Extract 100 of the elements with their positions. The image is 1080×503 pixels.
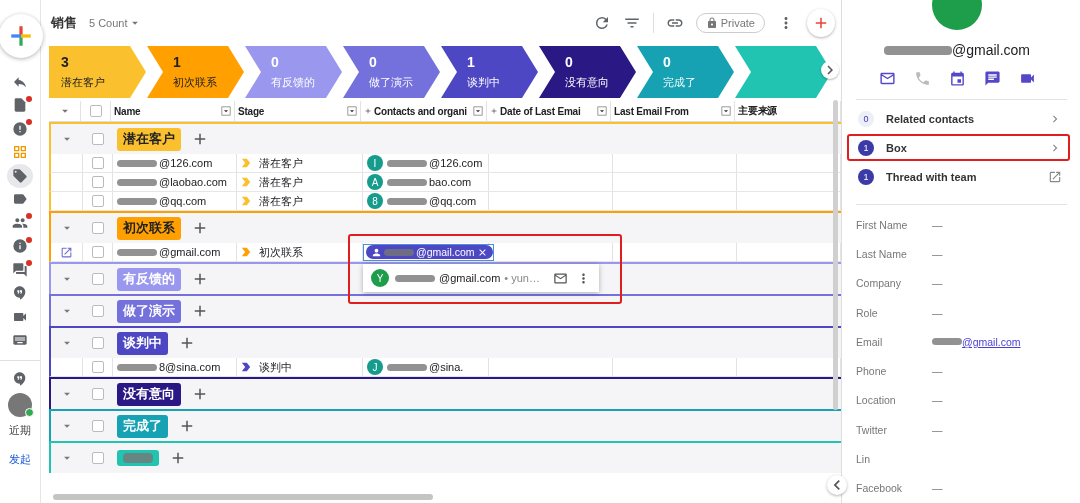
sparkle-icon	[364, 107, 372, 115]
sparkle-icon	[490, 107, 498, 115]
stage-step[interactable]: 0 做了演示	[343, 46, 440, 98]
checkbox[interactable]	[91, 246, 104, 258]
checkbox[interactable]	[92, 452, 104, 464]
stage-count: 0	[663, 54, 672, 70]
sidebar-item[interactable]	[7, 164, 33, 188]
column-menu-icon[interactable]	[721, 106, 731, 116]
scroll-right-button[interactable]	[821, 61, 839, 79]
plus-logo-icon	[8, 23, 34, 49]
checkbox[interactable]	[91, 176, 104, 188]
panel-link[interactable]: 0 Related contacts	[847, 105, 1070, 132]
redaction-mark	[387, 178, 427, 186]
stage-chevron-icon	[241, 247, 251, 257]
open-icon[interactable]	[60, 245, 73, 259]
redaction-mark	[117, 363, 157, 371]
message-icon[interactable]	[983, 70, 1001, 87]
add-logo-button[interactable]	[0, 14, 43, 58]
collapse-panel-button[interactable]	[827, 475, 847, 495]
redaction-mark	[884, 45, 952, 55]
chat-bubbles-icon	[12, 261, 28, 278]
column-header[interactable]: Date of Last Emai	[500, 105, 581, 117]
contact-avatar: 8	[367, 193, 383, 209]
contact-email: @gmail.com	[952, 42, 1030, 58]
checkbox[interactable]	[92, 133, 104, 145]
mail-icon[interactable]	[878, 70, 896, 87]
user-avatar[interactable]	[8, 393, 32, 417]
stage-count: 0	[565, 54, 574, 70]
column-menu-icon[interactable]	[347, 106, 357, 116]
checkbox[interactable]	[91, 195, 104, 207]
calendar-icon[interactable]	[948, 70, 966, 87]
field-value: —	[932, 423, 943, 436]
field-label: Location	[856, 394, 897, 407]
redaction-mark	[387, 159, 427, 167]
field-value: —	[932, 482, 943, 495]
checkbox[interactable]	[91, 157, 104, 169]
count-dropdown[interactable]: 5 Count	[89, 16, 142, 30]
redaction-mark	[117, 159, 157, 167]
count-badge: 0	[858, 110, 874, 127]
column-menu-icon[interactable]	[473, 106, 483, 116]
panel-link[interactable]: 1 Box	[847, 134, 1070, 161]
stage-step[interactable]: 1 谈判中	[441, 46, 538, 98]
checkbox[interactable]	[92, 273, 104, 285]
stage-step[interactable]: 1 初次联系	[147, 46, 244, 98]
redaction-mark	[395, 274, 435, 282]
field-label: Company	[856, 277, 902, 290]
table-row[interactable]: @laobao.com 潜在客户 A bao.com	[49, 173, 841, 192]
checkbox[interactable]	[92, 337, 104, 349]
horizontal-scrollbar[interactable]	[53, 494, 433, 500]
name-text: @laobao.com	[159, 176, 228, 188]
column-menu-icon[interactable]	[221, 106, 231, 116]
field-value: —	[932, 306, 943, 319]
suggestion-email[interactable]: @gmail.com	[439, 272, 501, 284]
table-row[interactable]: @126.com 潜在客户 I @126.com	[49, 154, 841, 173]
column-header[interactable]: Name	[114, 105, 141, 117]
suggestion-detail: • yun…	[504, 272, 540, 284]
redaction-mark	[117, 197, 157, 205]
contact-text: @qq.com	[429, 195, 477, 207]
checkbox[interactable]	[92, 420, 104, 432]
panel-link[interactable]: 1 Thread with team	[847, 163, 1070, 190]
redaction-mark	[117, 178, 157, 186]
redaction-mark	[117, 248, 157, 256]
checkbox[interactable]	[92, 222, 104, 234]
stage-text: 潜在客户	[259, 193, 303, 209]
stage-step[interactable]: 0 没有意向	[539, 46, 636, 98]
name-text: @126.com	[159, 157, 213, 169]
stage-chevron-icon	[241, 362, 251, 372]
quote-bubble-icon[interactable]	[12, 371, 28, 387]
document-icon	[12, 97, 28, 114]
checkbox[interactable]	[91, 361, 104, 373]
vertical-scrollbar[interactable]	[833, 100, 838, 410]
count-badge: 1	[858, 168, 874, 185]
checkbox[interactable]	[92, 388, 104, 400]
column-menu-icon[interactable]	[597, 106, 607, 116]
column-header[interactable]: 主要来源	[738, 104, 778, 118]
stage-label: 完成了	[663, 75, 697, 90]
field-label: Last Name	[856, 247, 908, 260]
stage-text: 潜在客户	[259, 174, 303, 190]
column-header[interactable]: Last Email From	[614, 105, 689, 117]
stage-count: 0	[369, 54, 378, 70]
group-tag: 初次联系	[117, 216, 181, 240]
link-label: Thread with team	[886, 170, 978, 183]
count-badge: 1	[858, 139, 874, 156]
field-label: Role	[856, 306, 879, 319]
contact-avatar: Y	[371, 269, 389, 287]
compose-link[interactable]: 发起	[9, 452, 31, 467]
email-link[interactable]: @gmail.com	[962, 335, 1021, 348]
column-header[interactable]: Contacts and organi	[374, 105, 467, 117]
contact-text: bao.com	[429, 176, 472, 188]
checkbox[interactable]	[89, 105, 102, 117]
stage-label: 初次联系	[173, 75, 218, 90]
column-header[interactable]: Stage	[238, 105, 265, 117]
stage-count: 1	[173, 54, 182, 70]
redaction-mark	[387, 363, 427, 371]
stage-step[interactable]: 3 潜在客户	[49, 46, 146, 98]
checkbox[interactable]	[92, 305, 104, 317]
stage-label: 没有意向	[565, 75, 610, 90]
field-value: —	[932, 365, 943, 378]
quote-bubble-icon	[12, 285, 28, 302]
group-tag: 做了演示	[117, 299, 181, 323]
